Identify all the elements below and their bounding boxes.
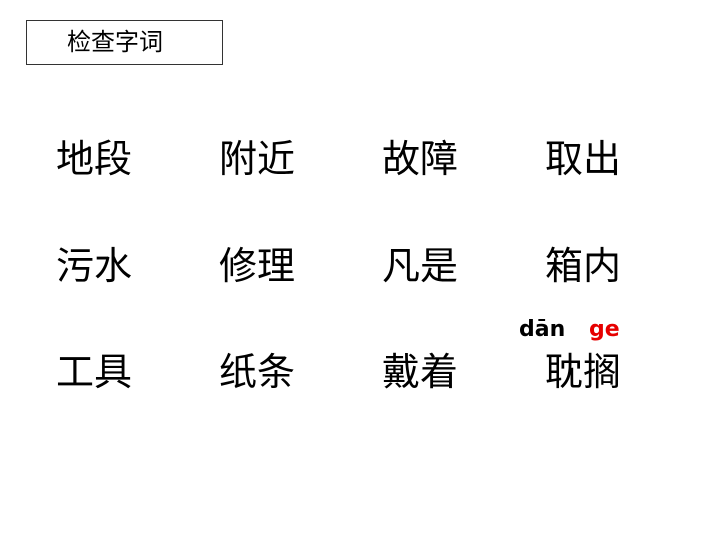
word-item: 地段: [56, 137, 133, 181]
word-item: 耽搁: [545, 350, 622, 394]
word-item: 取出: [545, 137, 622, 181]
word-item: 戴着: [382, 350, 459, 394]
word-item: 修理: [219, 244, 296, 288]
word-item: 凡是: [382, 244, 459, 288]
word-item: 附近: [219, 137, 296, 181]
word-item: 故障: [382, 137, 459, 181]
pinyin-dan: dān: [519, 317, 566, 342]
word-item: 箱内: [545, 244, 622, 288]
word-item: 工具: [56, 350, 133, 394]
page-title: 检查字词: [67, 28, 163, 56]
page-title-box: 检查字词: [26, 20, 223, 65]
word-item: 纸条: [219, 350, 296, 394]
pinyin-ge: ge: [589, 317, 620, 342]
word-item: 污水: [56, 244, 133, 288]
